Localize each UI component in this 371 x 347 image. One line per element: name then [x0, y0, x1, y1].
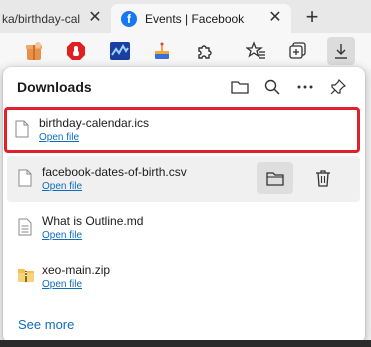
open-file-link[interactable]: Open file: [39, 132, 79, 143]
new-tab-button[interactable]: +: [300, 6, 324, 30]
zip-folder-icon: [18, 267, 34, 285]
file-icon: [15, 120, 29, 138]
close-tab-icon[interactable]: ✕: [87, 10, 103, 26]
document-icon: [18, 218, 32, 236]
show-in-folder-button[interactable]: [257, 162, 293, 194]
delete-button[interactable]: [305, 162, 341, 194]
file-name: birthday-calendar.ics: [39, 116, 150, 130]
open-file-link[interactable]: Open file: [42, 181, 82, 192]
tab-facebook-events[interactable]: f Events | Facebook ✕: [111, 4, 291, 33]
more-options-icon[interactable]: [294, 76, 316, 98]
file-name: facebook-dates-of-birth.csv: [42, 165, 187, 179]
download-item[interactable]: facebook-dates-of-birth.csv Open file: [7, 156, 360, 202]
cake-extension-icon[interactable]: [148, 37, 176, 65]
adblock-stop-icon[interactable]: [62, 37, 90, 65]
folder-icon: [266, 171, 284, 186]
page-background: [0, 340, 371, 347]
trash-icon: [316, 169, 330, 187]
see-more-link[interactable]: See more: [18, 317, 74, 332]
browser-toolbar: [0, 33, 371, 69]
gift-extension-icon[interactable]: [20, 37, 48, 65]
tab-title: ka/birthday-cal: [2, 11, 81, 26]
extensions-puzzle-icon[interactable]: [191, 37, 219, 65]
open-file-link[interactable]: Open file: [42, 279, 82, 290]
downloads-icon[interactable]: [327, 37, 355, 65]
collections-icon[interactable]: [284, 37, 312, 65]
pin-icon[interactable]: [327, 76, 349, 98]
waveform-extension-icon[interactable]: [106, 37, 134, 65]
close-tab-icon[interactable]: ✕: [267, 10, 283, 26]
tab-birthday-calendar[interactable]: ka/birthday-cal ✕: [0, 4, 107, 33]
search-icon[interactable]: [261, 76, 283, 98]
facebook-icon: f: [121, 10, 137, 27]
tab-title: Events | Facebook: [145, 11, 245, 26]
download-item[interactable]: What is Outline.md Open file: [7, 205, 360, 251]
file-name: xeo-main.zip: [42, 263, 111, 277]
file-icon: [18, 169, 32, 187]
download-item[interactable]: xeo-main.zip Open file: [7, 254, 360, 300]
downloads-title: Downloads: [17, 79, 92, 95]
downloads-panel: Downloads birthday-calendar.ics Open fil…: [3, 67, 365, 343]
favorites-icon[interactable]: [242, 37, 270, 65]
download-item[interactable]: birthday-calendar.ics Open file: [4, 107, 360, 153]
file-name: What is Outline.md: [42, 214, 144, 228]
open-file-link[interactable]: Open file: [42, 230, 82, 241]
open-downloads-folder-icon[interactable]: [229, 76, 251, 98]
tab-strip: ka/birthday-cal ✕ f Events | Facebook ✕ …: [0, 0, 371, 33]
